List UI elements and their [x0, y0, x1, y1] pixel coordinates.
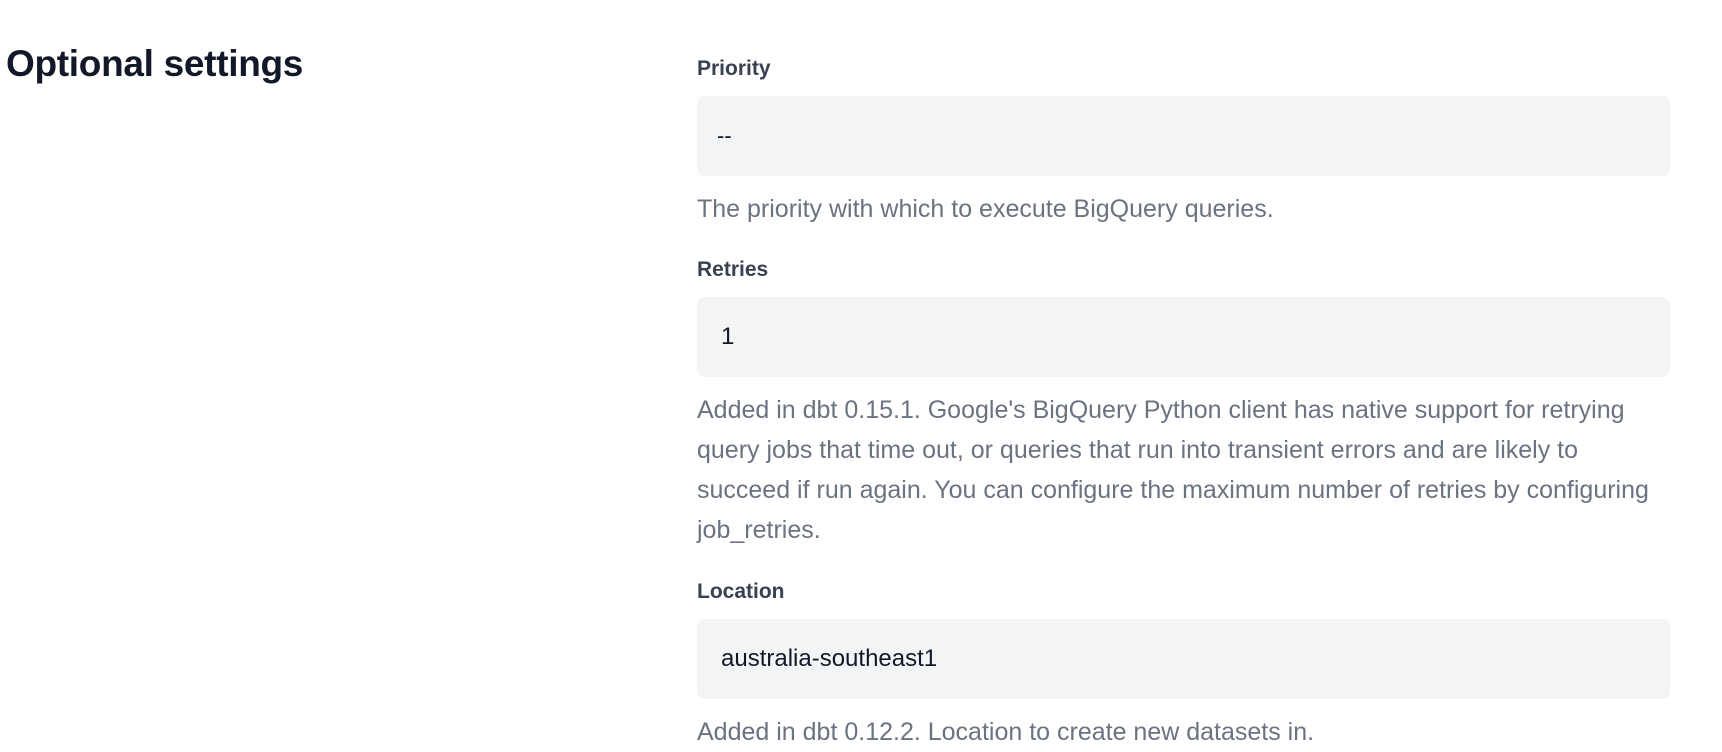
priority-label: Priority [697, 57, 771, 80]
priority-select[interactable] [697, 96, 1670, 176]
retries-help-text: Added in dbt 0.15.1. Google's BigQuery P… [697, 396, 1649, 544]
priority-field: Priority The priority with which to exec… [697, 55, 1670, 229]
retries-label: Retries [697, 258, 769, 281]
retries-input[interactable] [697, 297, 1670, 377]
location-field: Location Added in dbt 0.12.2. Location t… [697, 578, 1670, 752]
location-help-text: Added in dbt 0.12.2. Location to create … [697, 718, 1315, 746]
priority-help-text: The priority with which to execute BigQu… [697, 195, 1274, 223]
location-input[interactable] [697, 619, 1670, 699]
retries-field: Retries Added in dbt 0.15.1. Google's Bi… [697, 256, 1670, 550]
section-title: Optional settings [6, 43, 304, 84]
location-label: Location [697, 580, 785, 603]
